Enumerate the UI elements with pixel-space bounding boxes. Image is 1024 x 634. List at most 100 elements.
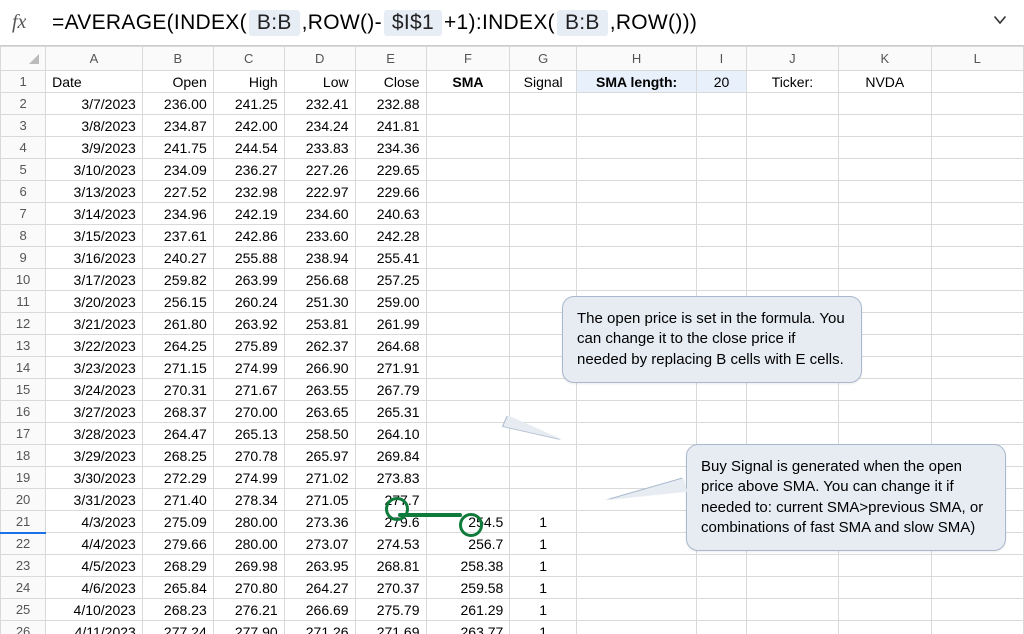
cell[interactable] — [426, 489, 510, 511]
cell[interactable] — [931, 159, 1023, 181]
cell[interactable] — [839, 423, 931, 445]
cell[interactable]: 4/6/2023 — [46, 577, 143, 599]
cell[interactable] — [931, 247, 1023, 269]
cell[interactable]: 20 — [697, 71, 746, 93]
chevron-down-icon[interactable] — [984, 13, 1016, 32]
cell[interactable] — [931, 577, 1023, 599]
cell[interactable] — [746, 599, 838, 621]
cell[interactable]: 271.69 — [355, 621, 426, 634]
cell[interactable] — [697, 577, 746, 599]
cell[interactable] — [576, 555, 696, 577]
cell[interactable]: 263.77 — [426, 621, 510, 634]
cell[interactable] — [510, 247, 577, 269]
cell[interactable]: Open — [142, 71, 213, 93]
cell[interactable]: 232.88 — [355, 93, 426, 115]
cell[interactable]: SMA length: — [576, 71, 696, 93]
row-header[interactable]: 16 — [1, 401, 46, 423]
cell[interactable]: 270.37 — [355, 577, 426, 599]
col-header-A[interactable]: A — [46, 47, 143, 71]
cell[interactable] — [426, 115, 510, 137]
cell[interactable]: NVDA — [839, 71, 931, 93]
cell[interactable]: 261.29 — [426, 599, 510, 621]
cell[interactable]: 280.00 — [213, 533, 284, 555]
cell[interactable]: 3/21/2023 — [46, 313, 143, 335]
cell[interactable]: 253.81 — [284, 313, 355, 335]
cell[interactable]: 242.00 — [213, 115, 284, 137]
cell[interactable]: 277.90 — [213, 621, 284, 634]
cell[interactable]: 236.00 — [142, 93, 213, 115]
cell[interactable] — [576, 269, 696, 291]
cell[interactable]: 271.15 — [142, 357, 213, 379]
cell[interactable]: 227.26 — [284, 159, 355, 181]
cell[interactable]: 4/4/2023 — [46, 533, 143, 555]
select-all-corner[interactable] — [1, 47, 46, 71]
cell[interactable] — [839, 181, 931, 203]
row-header[interactable]: 3 — [1, 115, 46, 137]
cell[interactable]: 275.79 — [355, 599, 426, 621]
cell[interactable]: 259.82 — [142, 269, 213, 291]
cell[interactable]: 277.7 — [355, 489, 426, 511]
cell[interactable]: 236.27 — [213, 159, 284, 181]
cell[interactable]: 264.10 — [355, 423, 426, 445]
cell[interactable]: Close — [355, 71, 426, 93]
cell[interactable] — [576, 621, 696, 634]
cell[interactable] — [576, 577, 696, 599]
cell[interactable] — [746, 621, 838, 634]
cell[interactable] — [426, 247, 510, 269]
col-header-H[interactable]: H — [576, 47, 696, 71]
cell[interactable] — [426, 379, 510, 401]
cell[interactable] — [510, 181, 577, 203]
cell[interactable]: 272.29 — [142, 467, 213, 489]
cell[interactable]: 271.40 — [142, 489, 213, 511]
row-header[interactable]: 7 — [1, 203, 46, 225]
cell[interactable]: 270.00 — [213, 401, 284, 423]
cell[interactable] — [697, 203, 746, 225]
cell[interactable]: 229.66 — [355, 181, 426, 203]
cell[interactable] — [576, 533, 696, 555]
cell[interactable]: 1 — [510, 621, 577, 634]
cell[interactable]: 265.84 — [142, 577, 213, 599]
row-header[interactable]: 14 — [1, 357, 46, 379]
cell[interactable] — [839, 225, 931, 247]
cell[interactable] — [746, 159, 838, 181]
cell[interactable]: 261.80 — [142, 313, 213, 335]
row-header[interactable]: 17 — [1, 423, 46, 445]
cell[interactable]: 234.87 — [142, 115, 213, 137]
cell[interactable]: 270.80 — [213, 577, 284, 599]
row-header[interactable]: 18 — [1, 445, 46, 467]
cell[interactable]: 265.13 — [213, 423, 284, 445]
cell[interactable]: 1 — [510, 511, 577, 533]
cell[interactable]: 240.27 — [142, 247, 213, 269]
cell[interactable]: 3/17/2023 — [46, 269, 143, 291]
cell[interactable] — [576, 159, 696, 181]
cell[interactable] — [746, 247, 838, 269]
cell[interactable]: 264.25 — [142, 335, 213, 357]
cell[interactable]: 268.25 — [142, 445, 213, 467]
cell[interactable]: SMA — [426, 71, 510, 93]
cell[interactable]: 3/29/2023 — [46, 445, 143, 467]
cell[interactable]: 280.00 — [213, 511, 284, 533]
cell[interactable] — [697, 599, 746, 621]
cell[interactable] — [931, 621, 1023, 634]
cell[interactable]: High — [213, 71, 284, 93]
cell[interactable]: 234.36 — [355, 137, 426, 159]
cell[interactable]: 3/16/2023 — [46, 247, 143, 269]
cell[interactable]: 268.23 — [142, 599, 213, 621]
cell[interactable]: 279.6 — [355, 511, 426, 533]
cell[interactable] — [746, 401, 838, 423]
cell[interactable] — [839, 599, 931, 621]
cell[interactable]: 256.15 — [142, 291, 213, 313]
col-header-L[interactable]: L — [931, 47, 1023, 71]
cell[interactable] — [576, 599, 696, 621]
cell[interactable] — [931, 555, 1023, 577]
cell[interactable]: 264.68 — [355, 335, 426, 357]
cell[interactable] — [697, 269, 746, 291]
row-header[interactable]: 12 — [1, 313, 46, 335]
row-header[interactable]: 1 — [1, 71, 46, 93]
cell[interactable] — [931, 181, 1023, 203]
cell[interactable]: 241.75 — [142, 137, 213, 159]
cell[interactable]: 273.07 — [284, 533, 355, 555]
row-header[interactable]: 25 — [1, 599, 46, 621]
cell[interactable] — [839, 115, 931, 137]
cell[interactable] — [510, 269, 577, 291]
